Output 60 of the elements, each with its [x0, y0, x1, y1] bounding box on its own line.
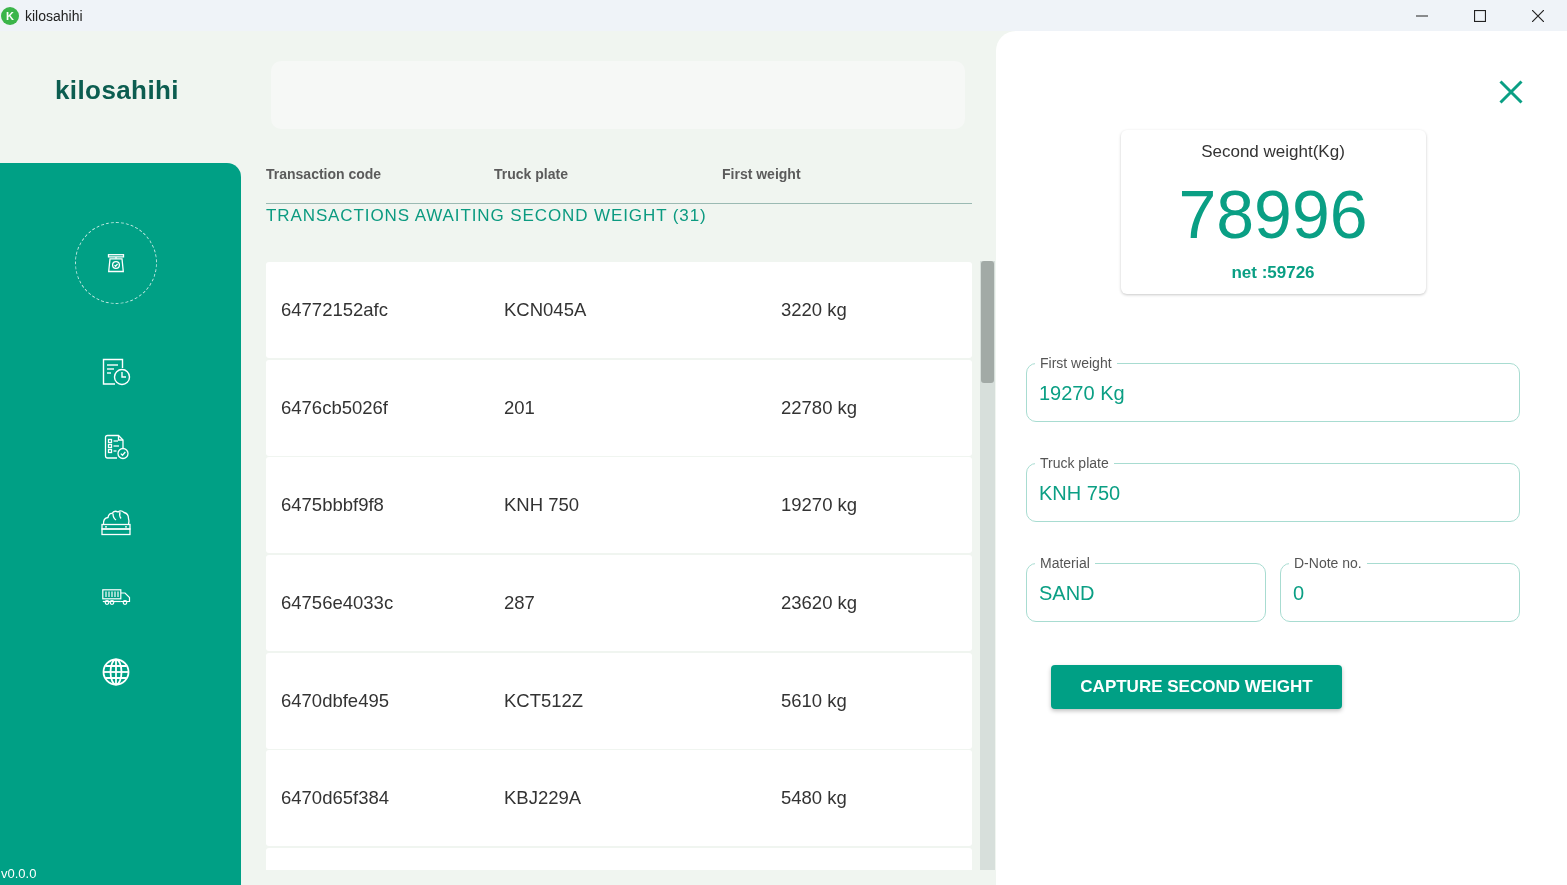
field-label: First weight [1039, 355, 1113, 371]
table-row[interactable]: 6470d65f384 KBJ229A 5480 kg [266, 750, 972, 847]
field-value: 19270 Kg [1039, 381, 1126, 405]
table-cell-text: 6470d65f384 [281, 787, 391, 810]
document-clock-icon [101, 357, 131, 386]
table-cell-text: KBJ229A [504, 787, 583, 810]
table-cell-text: 64756e4033c [281, 592, 395, 615]
list-title: TRANSACTIONS AWAITING SECOND WEIGHT (31) [266, 206, 708, 226]
column-header: First weight [722, 165, 802, 184]
version-label: v0.0.0 [0, 866, 38, 883]
table-cell-text: 6470dbfe495 [281, 689, 391, 712]
weight-label: Second weight(Kg) [1201, 142, 1345, 162]
net-weight: net :59726 [1231, 263, 1315, 283]
table-cell-text: 6475bbbf9f8 [281, 494, 385, 517]
field-label: D-Note no. [1293, 555, 1363, 571]
field-value: KNH 750 [1039, 481, 1122, 505]
table-cell-text: KNH 750 [504, 494, 581, 517]
text-field[interactable]: First weight 19270 Kg [1026, 355, 1520, 422]
table-row[interactable]: 64772152afc KCN045A 3220 kg [266, 262, 972, 358]
field-label: Truck plate [1039, 455, 1110, 471]
text-field[interactable]: D-Note no. 0 [1280, 555, 1520, 622]
text-field[interactable]: Material SAND [1026, 555, 1266, 622]
table-cell-text: 23620 kg [781, 592, 859, 615]
column-header: Truck plate [494, 165, 569, 184]
table-row[interactable]: 6475bbbf9f8 KNH 750 19270 kg [266, 457, 972, 554]
close-button[interactable] [1499, 80, 1523, 104]
field-value: 0 [1293, 581, 1306, 605]
close-icon [1532, 9, 1544, 22]
table-cell-text: 201 [504, 396, 536, 419]
checklist-icon [103, 433, 129, 460]
table-cell-text: 19270 kg [781, 494, 859, 517]
brand-logo: kilosahihi [55, 75, 179, 106]
scrollbar-track[interactable] [980, 261, 995, 870]
table-cell-text: 6476cb5026f [281, 396, 389, 419]
truck-icon [101, 588, 131, 605]
minimize-icon [1416, 14, 1428, 17]
scrollbar-thumb[interactable] [981, 261, 994, 383]
scale-icon [107, 253, 125, 273]
table-cell-text: 5480 kg [781, 787, 848, 810]
table-cell-text: KCN045A [504, 299, 588, 321]
app-logo: K [1, 6, 19, 25]
table-cell-text: 287 [504, 592, 536, 615]
table-cell-text: 22780 kg [781, 396, 859, 419]
table-cell-text: 64772152afc [281, 299, 389, 321]
table-cell-text: KCT512Z [504, 689, 585, 712]
table-cell-text: 5610 kg [781, 689, 848, 712]
window-title: kilosahihi [25, 7, 83, 24]
table-row[interactable]: 6470dbfe495 KCT512Z 5610 kg [266, 652, 972, 749]
table-row[interactable]: 6476cb5026f 201 22780 kg [266, 359, 972, 456]
globe-icon [102, 657, 130, 686]
produce-crate-icon [101, 507, 131, 536]
field-label: Material [1039, 555, 1091, 571]
close-icon [1499, 80, 1523, 104]
table-cell-text: 3220 kg [781, 299, 848, 321]
column-header: Transaction code [266, 165, 383, 184]
table-row[interactable]: 64756e4033c 287 23620 kg [266, 555, 972, 652]
weight-value: 78996 [1178, 179, 1368, 249]
maximize-icon [1474, 9, 1486, 22]
text-field[interactable]: Truck plate KNH 750 [1026, 455, 1520, 522]
field-value: SAND [1039, 581, 1096, 605]
